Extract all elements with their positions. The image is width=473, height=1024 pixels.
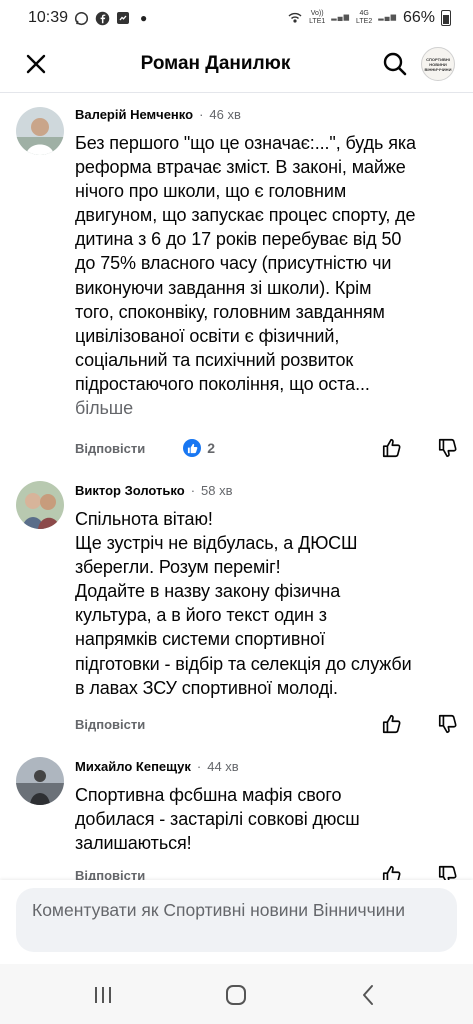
comment-text: Без першого "що це означає:...", будь як… [75, 133, 416, 394]
page-avatar[interactable]: СПОРТИВНІ НОВИНИ ВІННИЧЧИНИ [421, 47, 455, 81]
more-notifications-dot: ● [140, 11, 148, 25]
thumbs-up-icon [382, 438, 401, 458]
meta-separator: · [199, 107, 204, 122]
search-icon [383, 52, 407, 76]
volte-label: Vo)) LTE1 [309, 10, 326, 25]
reaction-count: 2 [207, 440, 216, 456]
avatar[interactable] [16, 107, 64, 155]
comment-composer-bar: Коментувати як Спортивні новини Вінниччи… [0, 880, 473, 964]
avatar[interactable] [16, 481, 64, 529]
signal-icon: ▂▄▆ [331, 14, 351, 21]
reaction-summary[interactable]: 2 [183, 439, 215, 457]
status-time: 10:39 [28, 9, 69, 26]
reply-button[interactable]: Відповісти [75, 717, 145, 732]
page-avatar-text: СПОРТИВНІ НОВИНИ ВІННИЧЧИНИ [424, 56, 452, 72]
thumbs-down-icon [438, 438, 457, 458]
whatsapp-icon [74, 11, 89, 26]
see-more-link[interactable]: більше [75, 398, 133, 418]
back-button[interactable] [353, 980, 383, 1010]
like-reaction-icon [183, 439, 202, 457]
comment-author[interactable]: Михайло Кепещук [75, 759, 191, 774]
signal-icon-2: ▂▄▆ [378, 14, 397, 21]
close-button[interactable] [18, 46, 54, 82]
meta-separator: · [196, 759, 202, 774]
comment-text: Спільнота вітаю! Ще зустріч не відбулась… [75, 509, 412, 698]
home-button[interactable] [221, 980, 251, 1010]
recent-apps-icon [95, 987, 111, 1003]
downvote-button[interactable] [437, 437, 459, 459]
comment-actions: Відповісти 2 [75, 436, 459, 460]
avatar[interactable] [16, 757, 64, 805]
search-button[interactable] [377, 46, 413, 82]
network-type-label: 4G LTE2 [356, 10, 373, 25]
battery-percent: 66% [402, 9, 435, 26]
thumbs-up-icon [382, 714, 401, 734]
back-icon [363, 985, 373, 1005]
comment-text: Спортивна фсбшна мафія свого добилася - … [75, 785, 360, 854]
upvote-button[interactable] [381, 713, 403, 735]
close-icon [26, 54, 46, 74]
comment-time[interactable]: 44 хв [207, 759, 238, 774]
comment-actions: Відповісти [75, 712, 459, 736]
facebook-icon [95, 11, 110, 26]
battery-icon [441, 10, 451, 26]
comment-author[interactable]: Виктор Золотько [75, 483, 185, 498]
messenger-icon [116, 11, 130, 25]
header-divider [0, 92, 473, 93]
comment-author[interactable]: Валерій Немченко [75, 107, 193, 122]
comment-text-block: Без першого "що це означає:...", будь як… [75, 131, 460, 420]
home-icon [226, 985, 246, 1005]
meta-separator: · [190, 483, 196, 498]
status-bar: 10:39 ● Vo)) LTE1 ▂▄▆ 4G LTE2 ▂▄▆ 66% [0, 0, 473, 36]
app-bar: Роман Данилюк СПОРТИВНІ НОВИНИ ВІННИЧЧИН… [0, 36, 473, 92]
upvote-button[interactable] [381, 437, 403, 459]
reply-button[interactable]: Відповісти [75, 441, 145, 456]
hotspot-icon [287, 11, 303, 25]
downvote-button[interactable] [437, 713, 459, 735]
recent-apps-button[interactable] [88, 980, 118, 1010]
comment-time[interactable]: 58 хв [201, 483, 232, 498]
system-nav-bar [0, 964, 473, 1024]
comment-time[interactable]: 46 хв [209, 107, 240, 122]
comment-input[interactable]: Коментувати як Спортивні новини Вінниччи… [16, 888, 457, 952]
thumbs-down-icon [438, 714, 457, 734]
page-title: Роман Данилюк [140, 53, 291, 74]
